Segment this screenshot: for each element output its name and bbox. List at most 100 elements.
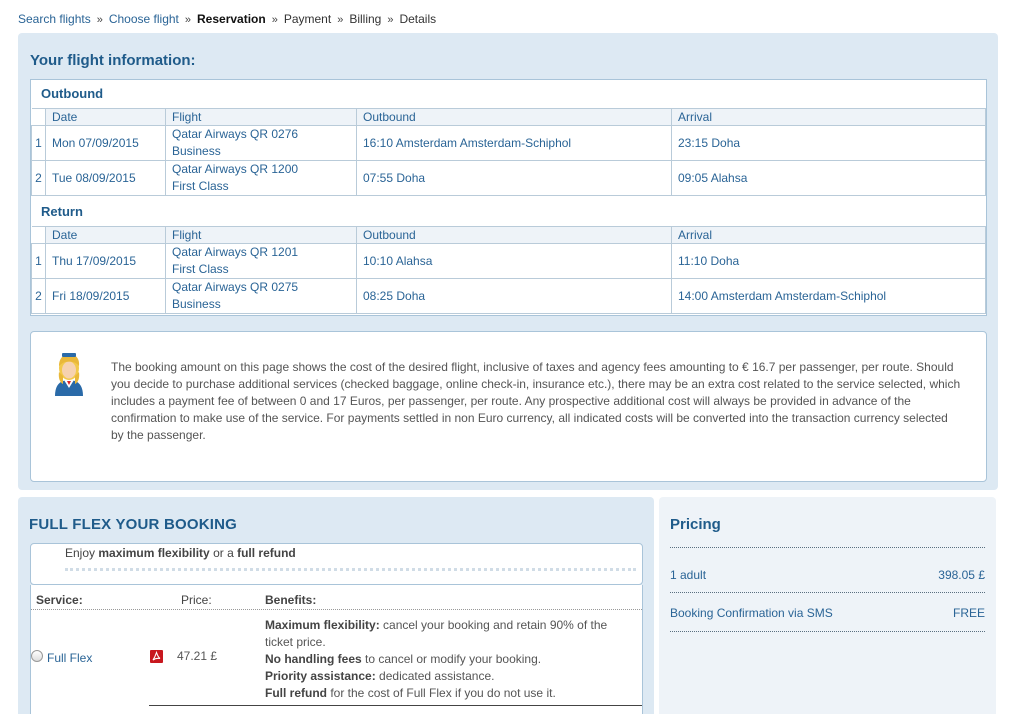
fee-notice-panel: The booking amount on this page shows th… <box>30 331 987 482</box>
benefit-title: Full refund <box>265 686 327 700</box>
full-flex-radio[interactable] <box>31 650 43 662</box>
header-divider <box>31 609 642 610</box>
pricing-label: 1 adult <box>670 568 707 582</box>
pdf-icon[interactable] <box>150 650 163 663</box>
full-flex-box: FULL FLEX YOUR BOOKING Enjoy maximum fle… <box>18 497 654 714</box>
row-index: 1 <box>31 243 46 279</box>
pricing-value: 398.05 £ <box>938 568 985 582</box>
pricing-title: Pricing <box>670 516 721 533</box>
pricing-value: FREE <box>952 606 985 620</box>
intro-or: or a <box>209 546 238 560</box>
table-row: 1 Mon 07/09/2015 Qatar Airways QR 0276 Bu… <box>31 125 986 161</box>
flight-number: Qatar Airways QR 0275 Business <box>165 278 357 314</box>
flight-header: Flight <box>165 108 357 126</box>
flight-class: Business <box>172 144 221 158</box>
flight-outbound: 16:10 Amsterdam Amsterdam-Schiphol <box>356 125 672 161</box>
table-row: 2 Fri 18/09/2015 Qatar Airways QR 0275 Bu… <box>31 278 986 314</box>
flight-number: Qatar Airways QR 0276 Business <box>165 125 357 161</box>
breadcrumb: Search flights » Choose flight » Reservation… <box>18 12 436 26</box>
return-table: Date Flight Outbound Arrival 1 Thu 17/09… <box>31 226 986 314</box>
flights-panel: Outbound Date Flight Outbound Arrival 1 … <box>30 79 987 316</box>
service-header: Service: <box>36 593 83 607</box>
outbound-table: Date Flight Outbound Arrival 1 Mon 07/09… <box>31 108 986 196</box>
flight-name: Qatar Airways QR 1201 <box>172 245 299 259</box>
benefit-item: No handling fees to cancel or modify you… <box>265 652 541 666</box>
breadcrumb-separator: » <box>337 14 344 26</box>
breadcrumb-search-flights[interactable]: Search flights <box>18 12 91 26</box>
intro-full-refund: full refund <box>237 546 296 560</box>
flight-header: Flight <box>165 226 357 244</box>
customer-service-agent-icon <box>51 350 87 396</box>
date-header: Date <box>45 226 166 244</box>
flight-name: Qatar Airways QR 0275 <box>172 280 299 294</box>
full-flex-title: FULL FLEX YOUR BOOKING <box>29 516 238 533</box>
benefit-title: No handling fees <box>265 652 362 666</box>
flight-arrival: 09:05 Alahsa <box>671 160 986 196</box>
flight-outbound: 07:55 Doha <box>356 160 672 196</box>
table-row: 1 Thu 17/09/2015 Qatar Airways QR 1201 Fi… <box>31 243 986 279</box>
breadcrumb-separator: » <box>387 14 394 26</box>
date-header: Date <box>45 108 166 126</box>
table-header-row: Date Flight Outbound Arrival <box>31 226 986 244</box>
flight-name: Qatar Airways QR 1200 <box>172 162 299 176</box>
flight-number: Qatar Airways QR 1201 First Class <box>165 243 357 279</box>
flight-arrival: 14:00 Amsterdam Amsterdam-Schiphol <box>671 278 986 314</box>
benefit-item: Maximum flexibility: cancel your booking… <box>265 618 607 649</box>
flight-information-title: Your flight information: <box>30 52 196 69</box>
breadcrumb-choose-flight[interactable]: Choose flight <box>109 12 179 26</box>
arrival-header: Arrival <box>671 226 986 244</box>
full-flex-option-label[interactable]: Full Flex <box>47 651 92 665</box>
flight-date: Fri 18/09/2015 <box>45 278 166 314</box>
breadcrumb-payment: Payment <box>283 12 332 26</box>
flight-class: First Class <box>172 179 229 193</box>
outbound-header: Outbound <box>356 108 672 126</box>
intro-prefix: Enjoy <box>65 546 99 560</box>
full-flex-intro: Enjoy maximum flexibility or a full refu… <box>30 543 643 585</box>
flight-number: Qatar Airways QR 1200 First Class <box>165 160 357 196</box>
benefit-item: Full refund for the cost of Full Flex if… <box>265 686 556 700</box>
breadcrumb-separator: » <box>271 14 278 26</box>
benefit-text: for the cost of Full Flex if you do not … <box>327 686 556 700</box>
full-flex-intro-text: Enjoy maximum flexibility or a full refu… <box>65 546 296 560</box>
return-title: Return <box>41 204 83 219</box>
fee-notice-text: The booking amount on this page shows th… <box>111 360 961 442</box>
flight-date: Tue 08/09/2015 <box>45 160 166 196</box>
flight-information-box: Your flight information: Outbound Date F… <box>18 33 998 490</box>
benefit-title: Priority assistance: <box>265 669 376 683</box>
table-row: 2 Tue 08/09/2015 Qatar Airways QR 1200 Fi… <box>31 160 986 196</box>
pricing-label: Booking Confirmation via SMS <box>670 606 833 620</box>
benefit-text: dedicated assistance. <box>375 669 495 683</box>
pricing-divider <box>670 547 985 548</box>
row-index: 2 <box>31 278 46 314</box>
row-divider <box>149 705 642 706</box>
row-index: 1 <box>31 125 46 161</box>
full-flex-benefits: Maximum flexibility: cancel your booking… <box>265 617 625 702</box>
benefit-title: Maximum flexibility: <box>265 618 380 632</box>
intro-max-flex: maximum flexibility <box>98 546 210 560</box>
flight-date: Mon 07/09/2015 <box>45 125 166 161</box>
breadcrumb-separator: » <box>96 14 103 26</box>
dotted-divider <box>65 568 636 571</box>
arrival-header: Arrival <box>671 108 986 126</box>
pricing-row: Booking Confirmation via SMS FREE <box>670 606 985 620</box>
index-header <box>31 226 46 244</box>
breadcrumb-details: Details <box>399 12 437 26</box>
breadcrumb-separator: » <box>184 14 191 26</box>
pricing-box: Pricing 1 adult 398.05 £ Booking Confirm… <box>659 497 996 714</box>
outbound-header: Outbound <box>356 226 672 244</box>
flight-class: Business <box>172 297 221 311</box>
benefits-header: Benefits: <box>265 593 317 607</box>
flight-arrival: 23:15 Doha <box>671 125 986 161</box>
index-header <box>31 108 46 126</box>
price-header: Price: <box>181 593 212 607</box>
breadcrumb-reservation: Reservation <box>197 12 266 26</box>
benefit-text: to cancel or modify your booking. <box>361 652 542 666</box>
flight-outbound: 08:25 Doha <box>356 278 672 314</box>
pricing-row: 1 adult 398.05 £ <box>670 568 985 582</box>
flight-arrival: 11:10 Doha <box>671 243 986 279</box>
flight-outbound: 10:10 Alahsa <box>356 243 672 279</box>
full-flex-price: 47.21 £ <box>177 649 218 663</box>
table-header-row: Date Flight Outbound Arrival <box>31 108 986 126</box>
flight-class: First Class <box>172 262 229 276</box>
benefit-item: Priority assistance: dedicated assistanc… <box>265 669 494 683</box>
